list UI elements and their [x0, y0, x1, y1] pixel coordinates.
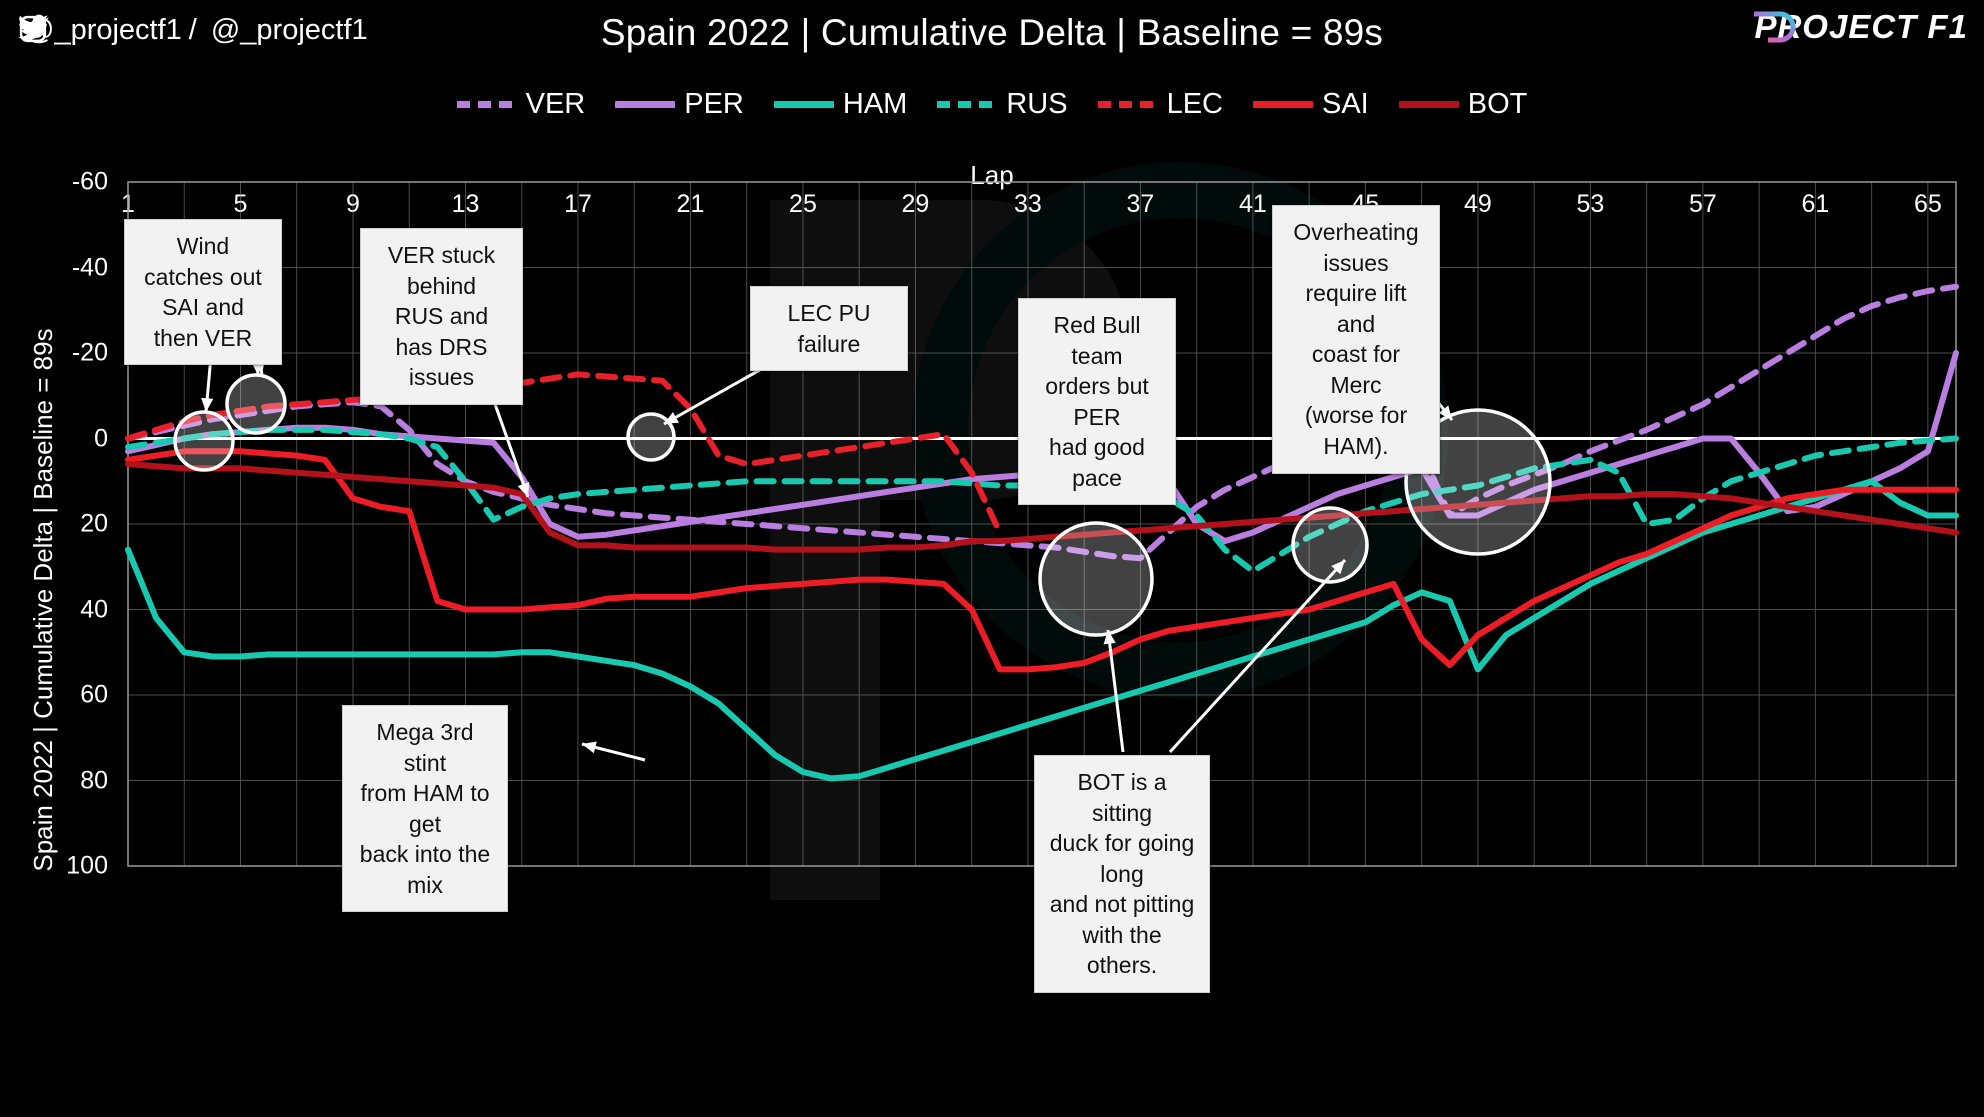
- annotation-ver-drs: VER stuck behind RUS and has DRS issues: [360, 228, 523, 405]
- annotation-ham-stint: Mega 3rd stint from HAM to get back into t…: [342, 705, 508, 913]
- chart-svg: [125, 162, 1959, 900]
- annotation-redbull-orders: Red Bull team orders but PER had good pace: [1018, 298, 1176, 506]
- annotation-overheating: Overheating issues require lift and coast …: [1272, 205, 1440, 474]
- chart-area: Lap Spain 2022 | Cumulative Delta | Base…: [0, 0, 1984, 1117]
- annotation-lec-pu: LEC PU failure: [750, 286, 908, 372]
- annotation-bot-duck: BOT is a sitting duck for going long and n…: [1034, 755, 1210, 994]
- annotation-wind: Wind catches out SAI and then VER: [124, 219, 282, 366]
